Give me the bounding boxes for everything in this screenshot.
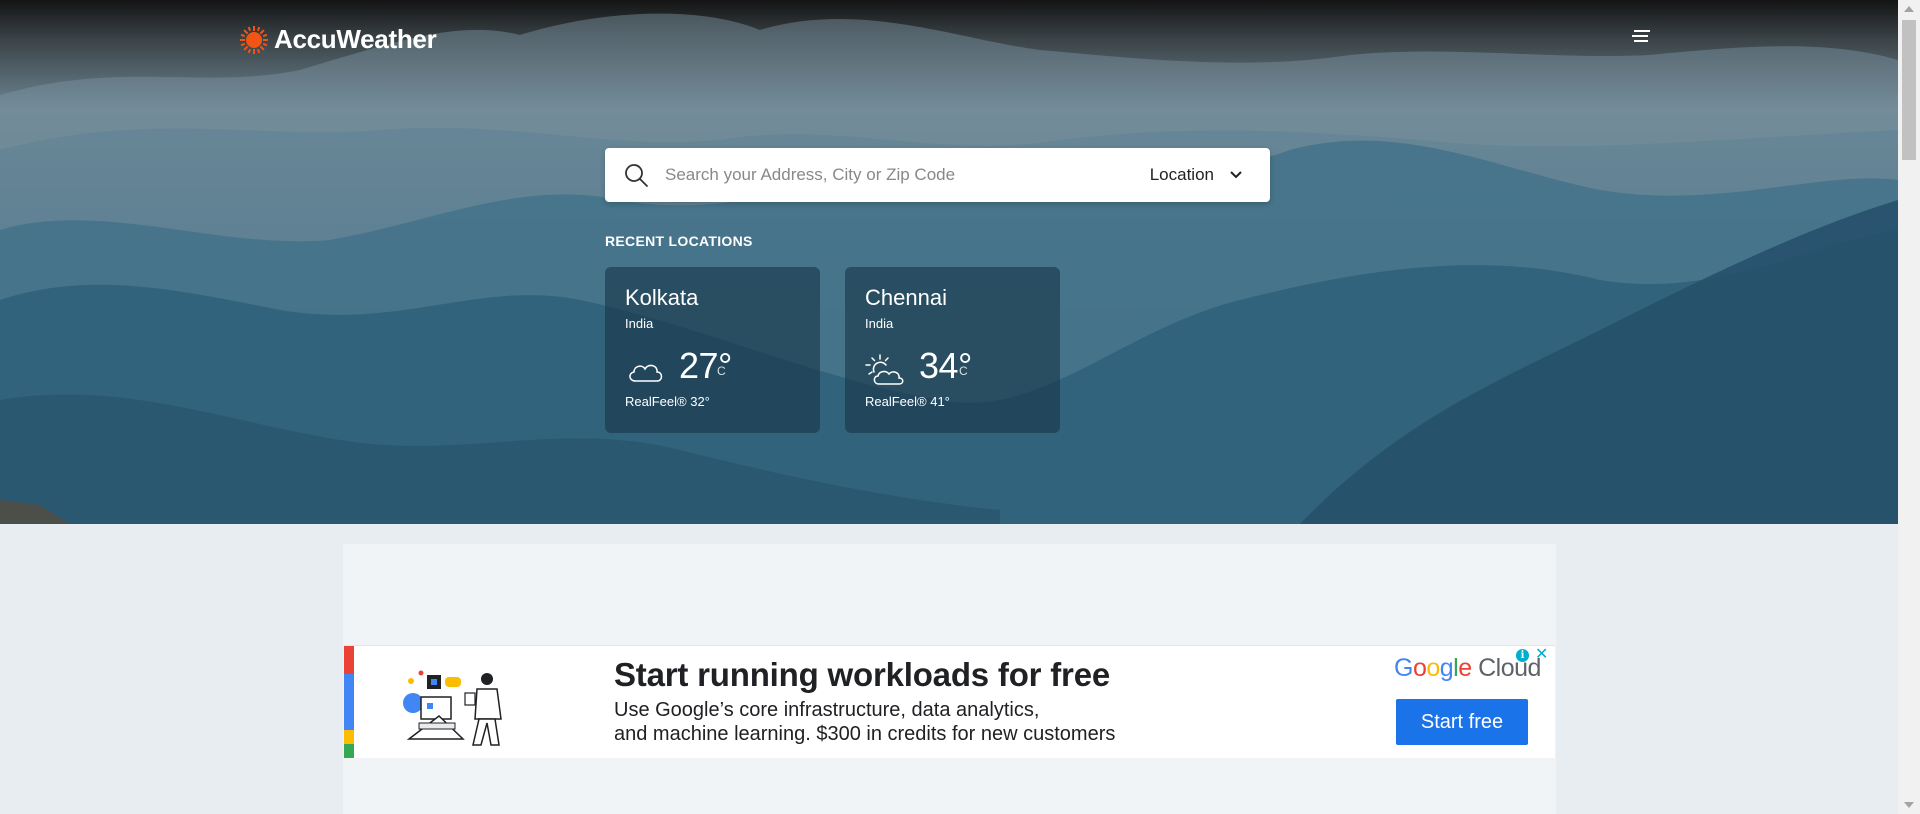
recent-locations-heading: RECENT LOCATIONS: [605, 233, 753, 249]
search-bar: Location: [605, 148, 1270, 202]
card-country: India: [865, 316, 894, 331]
card-country: India: [625, 316, 654, 331]
location-dropdown[interactable]: Location: [1150, 165, 1244, 185]
google-color-stripe: [344, 646, 354, 758]
card-city: Chennai: [865, 285, 947, 310]
mountain-background: [0, 13, 1898, 524]
ad-illustration: [403, 670, 502, 746]
scroll-up-icon[interactable]: [1904, 6, 1914, 12]
accuweather-logo[interactable]: AccuWeather: [240, 24, 437, 55]
hamburger-menu-icon[interactable]: [1632, 30, 1652, 46]
page-scrollbar[interactable]: [1898, 0, 1920, 814]
ad-headline: Start running workloads for free: [614, 656, 1110, 693]
advertisement-banner[interactable]: Start running workloads for free Use Goo…: [344, 645, 1555, 758]
recent-location-card-kolkata[interactable]: Kolkata India 27° C RealFeel® 32°: [605, 267, 820, 433]
sun-icon: [240, 25, 268, 54]
recent-location-card-chennai[interactable]: Chennai India 34° C RealFeel® 41°: [845, 267, 1060, 433]
card-realfeel: RealFeel® 41°: [865, 394, 950, 409]
card-realfeel: RealFeel® 32°: [625, 394, 710, 409]
chevron-down-icon: [1230, 171, 1242, 179]
ad-body-line-2: and machine learning. $300 in credits fo…: [614, 723, 1116, 745]
scroll-down-icon[interactable]: [1904, 802, 1914, 808]
ad-body-line-1: Use Google’s core infrastructure, data a…: [614, 699, 1040, 721]
partly-sunny-icon: [865, 354, 904, 385]
location-label: Location: [1149, 165, 1214, 184]
card-city: Kolkata: [625, 285, 699, 310]
close-icon[interactable]: ✕: [1535, 647, 1548, 663]
start-free-button[interactable]: Start free: [1396, 699, 1528, 745]
ad-choices[interactable]: i ✕: [1516, 646, 1554, 664]
search-icon[interactable]: [623, 162, 649, 188]
search-input[interactable]: [663, 164, 1150, 186]
card-temperature-unit: C: [717, 364, 726, 378]
hero-section: AccuWeather Location RECENT LOCATIONS Ko…: [0, 0, 1898, 524]
info-icon[interactable]: i: [1516, 648, 1529, 662]
cloudy-icon: [629, 364, 663, 382]
card-temperature-unit: C: [959, 364, 968, 378]
logo-text: AccuWeather: [274, 24, 437, 54]
scrollbar-thumb[interactable]: [1902, 20, 1916, 160]
